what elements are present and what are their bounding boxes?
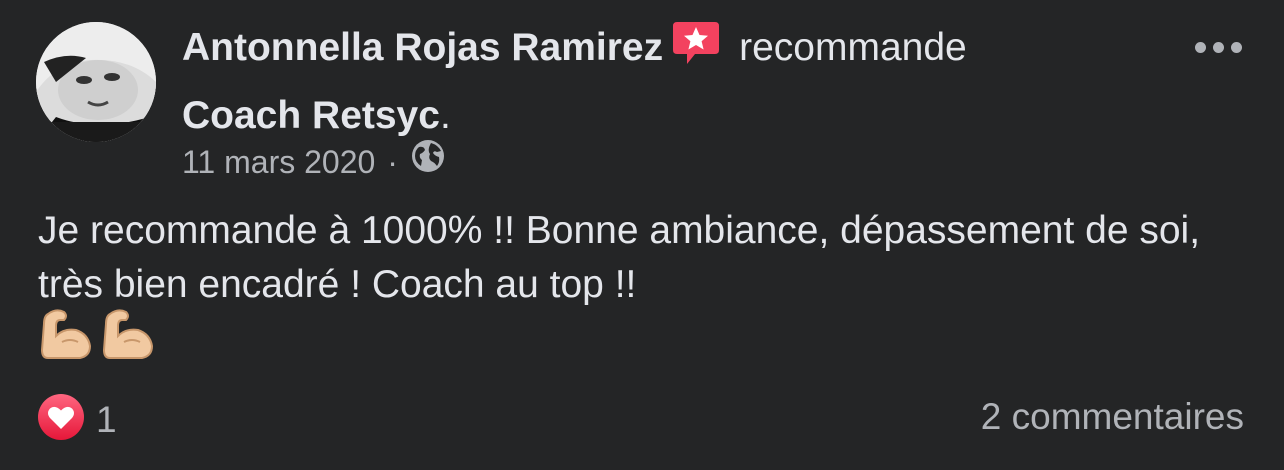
more-dot: [1231, 42, 1242, 53]
reaction-count: 1: [96, 398, 117, 440]
meta-separator: ·: [387, 143, 398, 180]
header-line: Antonnella Rojas Ramirez recommande: [182, 18, 1142, 82]
more-options-icon[interactable]: [1195, 42, 1242, 53]
more-dot: [1213, 42, 1224, 53]
globe-icon: [410, 138, 446, 185]
avatar[interactable]: [36, 22, 156, 142]
comments-link[interactable]: 2 commentaires: [981, 392, 1244, 442]
post-text: Je recommande à 1000% !! Bonne ambiance,…: [38, 209, 1201, 306]
recommendation-star-icon: [671, 18, 721, 82]
heart-reaction-icon: [36, 392, 86, 447]
post-meta: 11 mars 2020 ·: [182, 138, 446, 185]
post-header: Antonnella Rojas Ramirez recommande Coac…: [182, 18, 1142, 144]
author-name[interactable]: Antonnella Rojas Ramirez: [182, 26, 663, 69]
reactions-summary[interactable]: 1: [36, 392, 117, 447]
page-name-line: Coach Retsyc.: [182, 88, 1142, 144]
recommend-verb: recommande: [739, 26, 967, 69]
post-date[interactable]: 11 mars 2020: [182, 140, 375, 184]
flexed-biceps-icon: [100, 306, 156, 367]
emoji-row: [38, 306, 156, 367]
more-dot: [1195, 42, 1206, 53]
page-link[interactable]: Coach Retsyc: [182, 94, 440, 137]
flexed-biceps-icon: [38, 306, 94, 367]
page-suffix: .: [439, 94, 451, 137]
